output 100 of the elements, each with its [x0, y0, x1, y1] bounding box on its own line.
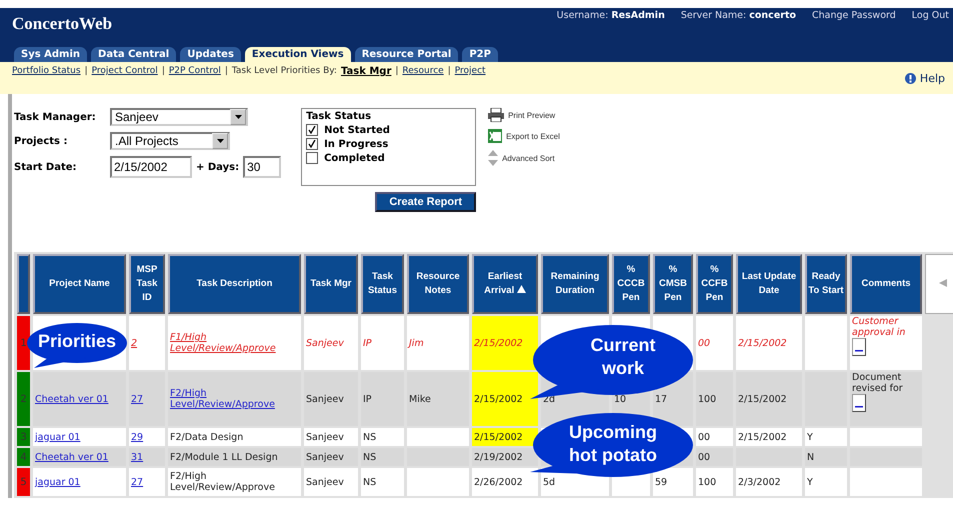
table-cell: IP [361, 316, 404, 370]
column-header[interactable]: % CMSB Pen [653, 254, 693, 314]
table-cell: NS [361, 468, 404, 496]
table-cell: 2/15/2002 [736, 316, 802, 370]
table-cell: N [805, 448, 847, 466]
table-cell: 2/15/2002 [736, 428, 802, 446]
nav-tab[interactable]: Updates [180, 47, 241, 62]
separator: | [224, 66, 228, 76]
header-link[interactable]: Change Password [812, 10, 896, 21]
ellipsis-icon [855, 404, 863, 408]
more-button[interactable] [852, 338, 866, 356]
table-link[interactable]: jaguar 01 [35, 476, 80, 488]
sort-up-icon [516, 285, 526, 293]
table-cell: 2/15/2002 [472, 428, 538, 446]
table-link[interactable]: 27 [131, 476, 144, 488]
table-cell: F2/Module 1 LL Design [168, 448, 301, 466]
column-header[interactable]: Remaining Duration [541, 254, 609, 314]
manager-dropdown[interactable]: Sanjeev [110, 108, 248, 126]
table-cell: 2/26/2002 [472, 468, 538, 496]
column-header[interactable]: MSP Task ID [129, 254, 165, 314]
column-header[interactable]: Last Update Date [736, 254, 802, 314]
field-label: Task Manager: [14, 112, 97, 122]
dropdown-arrow-icon [234, 115, 242, 119]
separator: | [395, 66, 398, 76]
subnav-link[interactable]: Resource [402, 66, 444, 76]
table-cell: Y [805, 468, 847, 496]
left-arrow-icon [938, 278, 946, 286]
action-link[interactable]: Print Preview [488, 108, 560, 122]
table-cell: 00 [696, 448, 733, 466]
table-link[interactable]: Cheetah ver 01 [35, 394, 108, 404]
table-cell: 2/15/2002 [472, 372, 538, 426]
dropdown-arrow-icon [216, 139, 224, 143]
header-link[interactable]: Log Out [912, 10, 949, 21]
start-date-field[interactable]: 2/15/2002 [110, 156, 192, 178]
create-report-button[interactable]: Create Report [375, 192, 476, 212]
table-cell: Mike [407, 372, 469, 426]
priority-marker: 3 [17, 428, 30, 446]
username-label: Username: ResAdmin [556, 10, 665, 21]
status-checkbox[interactable]: Not Started [306, 124, 472, 136]
table-cell: IP [361, 372, 404, 426]
table-cell: 2/3/2002 [736, 468, 802, 496]
nav-tab[interactable]: Resource Portal [354, 47, 458, 62]
subnav-label: Task Level Priorities By: [232, 66, 337, 76]
nav-tab[interactable]: Sys Admin [14, 47, 88, 62]
table-cell: 00 [696, 316, 733, 370]
table-cell: 2/15/2002 [736, 372, 802, 426]
separator: | [448, 66, 451, 76]
table-cell: 100 [696, 468, 733, 496]
table-cell: Sanjeev [304, 448, 358, 466]
column-header[interactable]: Task Description [168, 254, 301, 314]
subnav-link[interactable]: Portfolio Status [12, 66, 81, 76]
table-cell: Y [805, 428, 847, 446]
status-checkbox[interactable]: In Progress [306, 138, 472, 150]
table-link[interactable]: 2 [131, 338, 138, 348]
priority-marker: 4 [17, 448, 30, 466]
subnav-link[interactable]: Project [454, 66, 486, 76]
nav-tab[interactable]: Execution Views [244, 47, 351, 62]
subnav-link[interactable]: Project Control [92, 66, 158, 76]
separator: | [162, 66, 165, 76]
column-header[interactable]: % CCFB Pen [696, 254, 733, 314]
column-header[interactable]: Project Name [33, 254, 126, 314]
nav-tab[interactable]: Data Central [91, 47, 176, 62]
priority-marker: 1 [17, 316, 30, 370]
table-cell: F2/Data Design [168, 428, 301, 446]
comment-text: Document revised for [852, 372, 904, 394]
table-cell: Sanjeev [304, 316, 358, 370]
column-header[interactable]: Task Status [361, 254, 404, 314]
table-cell: NS [361, 428, 404, 446]
table-cell: 59 [653, 468, 693, 496]
priority-marker: 2 [17, 372, 30, 426]
help-icon [904, 73, 916, 84]
table-link[interactable]: 27 [131, 394, 144, 404]
callout-text: Priorities [36, 330, 118, 352]
subnav-link[interactable]: Task Mgr [340, 66, 392, 77]
column-header[interactable]: Earliest Arrival [472, 254, 538, 314]
panel-title: Task Status [306, 111, 372, 122]
help-link[interactable]: Help [904, 72, 945, 85]
nav-tab[interactable]: P2P [462, 47, 498, 62]
column-header[interactable]: Comments [850, 254, 922, 314]
table-cell: Sanjeev [304, 468, 358, 496]
more-button[interactable] [852, 394, 866, 412]
field-label: Projects : [14, 136, 68, 146]
table-cell: Sanjeev [304, 428, 358, 446]
table-cell: Jim [407, 316, 469, 370]
days-field[interactable]: 30 [243, 156, 282, 178]
column-header[interactable]: % CCCB Pen [612, 254, 650, 314]
action-link[interactable]: Advanced Sort [488, 150, 560, 166]
status-checkbox[interactable]: Completed [306, 152, 472, 164]
table-cell: NS [361, 448, 404, 466]
printer-icon [488, 108, 504, 122]
table-cell: F2/High Level/Review/Approve [168, 468, 301, 496]
spreadsheet-icon [488, 129, 502, 143]
server-label: Server Name: concerto [680, 10, 796, 21]
column-header[interactable]: Resource Notes [407, 254, 469, 314]
column-header[interactable]: Ready To Start [805, 254, 847, 314]
table-cell: 100 [696, 372, 733, 426]
projects-dropdown[interactable]: .All Projects [110, 132, 230, 150]
action-link[interactable]: Export to Excel [488, 129, 560, 143]
subnav-link[interactable]: P2P Control [168, 66, 221, 76]
column-header[interactable]: Task Mgr [304, 254, 358, 314]
